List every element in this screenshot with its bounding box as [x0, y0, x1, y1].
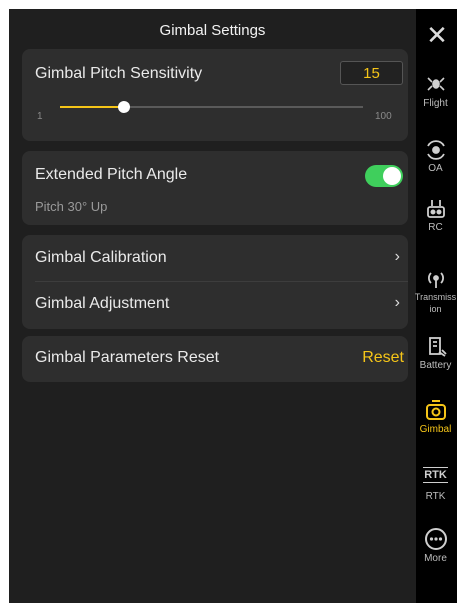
- more-icon: [424, 528, 447, 550]
- gimbal-adjustment-row[interactable]: Gimbal Adjustment ›: [22, 282, 408, 329]
- pitch-sensitivity-label: Gimbal Pitch Sensitivity: [35, 65, 203, 82]
- nav-item-flight[interactable]: Flight: [414, 72, 457, 110]
- nav-label-gimbal: Gimbal: [419, 424, 452, 435]
- close-button[interactable]: ✕: [418, 22, 456, 48]
- battery-icon: [428, 337, 447, 357]
- extended-pitch-sublabel: Pitch 30° Up: [35, 199, 108, 214]
- gimbal-adjustment-label: Gimbal Adjustment: [35, 295, 170, 312]
- reset-button[interactable]: Reset: [362, 349, 404, 367]
- nav-label-rtk: RTK: [425, 491, 446, 502]
- toggle-knob: [383, 167, 401, 185]
- nav-item-battery[interactable]: Battery: [414, 336, 457, 372]
- slider-min-label: 1: [37, 111, 43, 122]
- settings-window: Gimbal Settings Gimbal Pitch Sensitivity…: [9, 9, 457, 603]
- pitch-sensitivity-slider[interactable]: [60, 101, 363, 113]
- nav-item-more[interactable]: More: [414, 527, 457, 565]
- nav-item-rc[interactable]: RC: [414, 198, 457, 234]
- slider-fill: [60, 106, 124, 108]
- pitch-sensitivity-input[interactable]: 15: [340, 61, 403, 85]
- reset-label: Gimbal Parameters Reset: [35, 349, 220, 366]
- remote-controller-icon: [426, 200, 445, 218]
- nav-item-transmission[interactable]: Transmission: [414, 269, 457, 315]
- gimbal-tools-card: Gimbal Calibration › Gimbal Adjustment ›: [22, 235, 408, 329]
- nav-label-rc: RC: [428, 222, 443, 233]
- settings-panel: Gimbal Settings Gimbal Pitch Sensitivity…: [9, 9, 416, 603]
- slider-thumb[interactable]: [117, 101, 130, 113]
- chevron-right-icon: ›: [394, 248, 400, 265]
- drone-icon: [426, 77, 445, 91]
- nav-label-oa: OA: [428, 163, 443, 174]
- obstacle-avoidance-icon: [426, 140, 445, 160]
- nav-item-oa[interactable]: OA: [414, 139, 457, 175]
- nav-label-flight: Flight: [423, 98, 448, 109]
- gimbal-calibration-label: Gimbal Calibration: [35, 249, 167, 266]
- pitch-sensitivity-card: Gimbal Pitch Sensitivity 15 1 100: [22, 49, 408, 141]
- antenna-icon: [427, 272, 444, 288]
- gimbal-calibration-row[interactable]: Gimbal Calibration ›: [22, 235, 408, 281]
- nav-label-more: More: [424, 553, 447, 564]
- page-title: Gimbal Settings: [159, 22, 266, 39]
- nav-label-battery: Battery: [419, 360, 452, 371]
- extended-pitch-card: Extended Pitch Angle Pitch 30° Up: [22, 151, 408, 225]
- nav-item-gimbal[interactable]: Gimbal: [414, 398, 457, 436]
- gimbal-camera-icon: [425, 400, 446, 420]
- nav-label-transmission: Transmission: [414, 292, 457, 314]
- slider-max-label: 100: [375, 111, 392, 122]
- extended-pitch-label: Extended Pitch Angle: [35, 166, 188, 183]
- nav-item-rtk[interactable]: RTK RTK: [414, 465, 457, 503]
- chevron-right-icon: ›: [394, 294, 400, 311]
- reset-card: Gimbal Parameters Reset Reset: [22, 336, 408, 382]
- extended-pitch-toggle[interactable]: [365, 165, 403, 187]
- rtk-icon: RTK: [423, 467, 448, 483]
